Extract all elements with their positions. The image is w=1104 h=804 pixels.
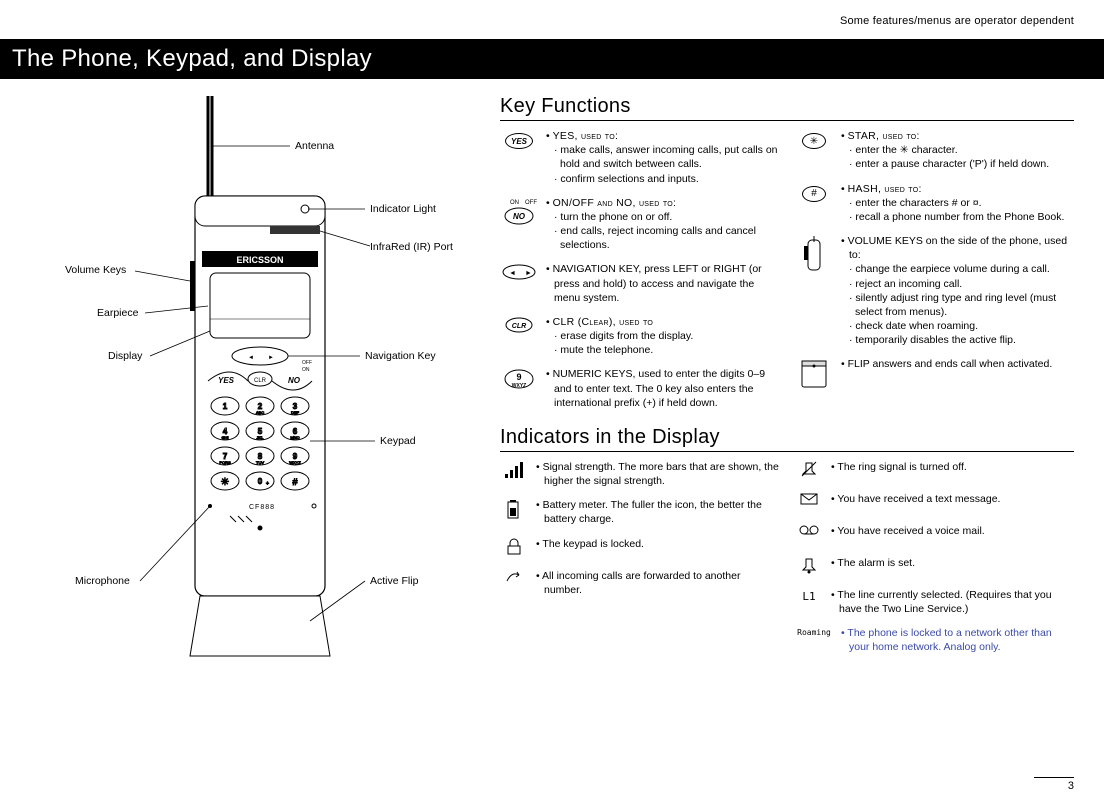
- no-key-icon: ON OFF NO: [500, 196, 538, 228]
- svg-text:◄: ◄: [509, 270, 516, 277]
- label-antenna: Antenna: [295, 140, 334, 152]
- ring-off-icon: [795, 460, 823, 482]
- key-functions-heading: Key Functions: [500, 95, 1074, 121]
- svg-text:#: #: [292, 477, 297, 487]
- svg-text:0: 0: [258, 477, 263, 486]
- svg-text:DEF: DEF: [291, 410, 300, 415]
- svg-text:PQRS: PQRS: [219, 460, 231, 465]
- star-key-icon: ✳: [795, 129, 833, 161]
- forward-text: All incoming calls are forwarded to anot…: [536, 569, 779, 597]
- phone-diagram: ERICSSON ◄ ► YES CLR NO OFF ON 1: [30, 91, 480, 701]
- svg-text:ERICSSON: ERICSSON: [236, 255, 283, 265]
- operator-note: Some features/menus are operator depende…: [30, 15, 1074, 27]
- label-ir-port: InfraRed (IR) Port: [370, 241, 453, 253]
- alarm-icon: [795, 556, 823, 578]
- svg-text:1: 1: [223, 402, 228, 411]
- line-icon: L1: [795, 588, 823, 610]
- svg-text:+: +: [266, 481, 269, 487]
- svg-text:►: ►: [525, 270, 532, 277]
- hash-key-text: HASH, used to: enter the characters # or…: [841, 182, 1074, 225]
- yes-key-icon: YES: [500, 129, 538, 161]
- page-title: The Phone, Keypad, and Display: [0, 39, 1104, 79]
- svg-text:CLR: CLR: [254, 378, 267, 384]
- clr-key-text: CLR (Clear), used to erase digits from t…: [546, 315, 779, 358]
- battery-text: Battery meter. The fuller the icon, the …: [536, 498, 779, 526]
- star-key-text: STAR, used to: enter the ✳ character. en…: [841, 129, 1074, 172]
- svg-text:ON: ON: [510, 200, 519, 206]
- keypad-lock-text: The keypad is locked.: [536, 537, 779, 551]
- indicators-heading: Indicators in the Display: [500, 426, 1074, 452]
- svg-text:OFF: OFF: [525, 200, 537, 206]
- battery-icon: [500, 498, 528, 520]
- roaming-text: The phone is locked to a network other t…: [841, 626, 1074, 654]
- alarm-text: The alarm is set.: [831, 556, 1074, 570]
- voicemail-text: You have received a voice mail.: [831, 524, 1074, 538]
- label-display: Display: [108, 350, 142, 362]
- svg-text:TUV: TUV: [256, 460, 264, 465]
- label-indicator-light: Indicator Light: [370, 203, 436, 215]
- numeric-key-text: NUMERIC KEYS, used to enter the digits 0…: [546, 367, 779, 410]
- sms-icon: [795, 492, 823, 514]
- svg-text:GHI: GHI: [221, 435, 228, 440]
- svg-text:NO: NO: [513, 212, 526, 221]
- svg-text:CLR: CLR: [512, 323, 526, 330]
- yes-key-text: YES, used to: make calls, answer incomin…: [546, 129, 779, 186]
- flip-icon: [795, 357, 833, 389]
- clr-key-icon: CLR: [500, 315, 538, 347]
- svg-text:✳: ✳: [221, 477, 229, 488]
- roaming-icon: Roaming: [795, 626, 833, 648]
- page-number: 3: [1034, 777, 1074, 792]
- nav-key-text: NAVIGATION KEY, press LEFT or RIGHT (or …: [546, 262, 779, 305]
- svg-text:YES: YES: [218, 376, 235, 385]
- line-text: The line currently selected. (Requires t…: [831, 588, 1074, 616]
- keypad-lock-icon: [500, 537, 528, 559]
- numeric-key-icon: 9WXYZ: [500, 367, 538, 399]
- svg-text:ON: ON: [302, 367, 310, 373]
- flip-text: FLIP answers and ends call when activate…: [841, 357, 1074, 371]
- voicemail-icon: [795, 524, 823, 546]
- nav-key-icon: ◄►: [500, 262, 538, 294]
- signal-icon: [500, 460, 528, 482]
- svg-text:WXYZ: WXYZ: [289, 460, 301, 465]
- volume-key-text: VOLUME KEYS on the side of the phone, us…: [841, 234, 1074, 347]
- forward-icon: [500, 569, 528, 591]
- label-active-flip: Active Flip: [370, 575, 418, 587]
- svg-text:WXYZ: WXYZ: [512, 383, 526, 389]
- label-microphone: Microphone: [75, 575, 130, 587]
- svg-text:◄: ◄: [248, 355, 254, 361]
- svg-text:MNO: MNO: [290, 435, 299, 440]
- svg-text:CF888: CF888: [249, 504, 275, 511]
- svg-text:NO: NO: [288, 376, 301, 385]
- svg-text:►: ►: [268, 355, 274, 361]
- svg-text:JKL: JKL: [257, 435, 265, 440]
- signal-text: Signal strength. The more bars that are …: [536, 460, 779, 488]
- label-navigation-key: Navigation Key: [365, 350, 436, 362]
- svg-text:OFF: OFF: [302, 360, 312, 366]
- svg-text:9: 9: [516, 372, 521, 382]
- ring-off-text: The ring signal is turned off.: [831, 460, 1074, 474]
- sms-text: You have received a text message.: [831, 492, 1074, 506]
- label-volume-keys: Volume Keys: [65, 264, 126, 276]
- label-keypad: Keypad: [380, 435, 416, 447]
- hash-key-icon: #: [795, 182, 833, 214]
- label-earpiece: Earpiece: [97, 307, 138, 319]
- volume-key-icon: [795, 234, 833, 266]
- no-key-text: ON/OFF and NO, used to: turn the phone o…: [546, 196, 779, 253]
- svg-text:ABC: ABC: [256, 410, 264, 415]
